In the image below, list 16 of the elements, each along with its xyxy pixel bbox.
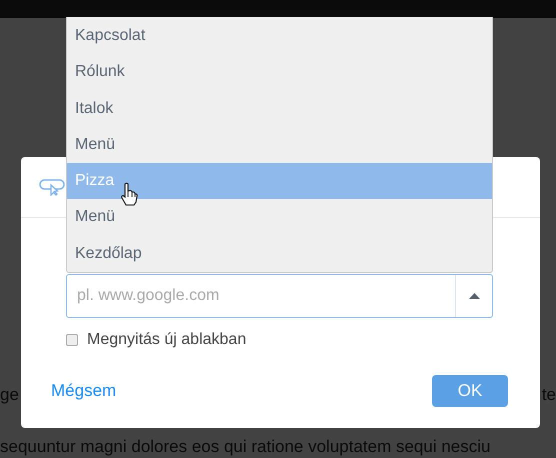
checkbox-label: Megnyitás új ablakban	[87, 331, 246, 349]
cancel-link[interactable]: Mégsem	[51, 381, 116, 401]
caret-up-icon	[468, 293, 480, 299]
menu-item[interactable]: Rólunk	[67, 54, 492, 91]
menu-item[interactable]: Italok	[67, 90, 492, 127]
menu-item[interactable]: Kezdőlap	[67, 236, 492, 272]
menu-item[interactable]: Kapcsolat	[67, 18, 492, 54]
menu-item[interactable]: Menü	[67, 126, 492, 164]
checkbox[interactable]	[66, 334, 78, 346]
link-cursor-icon	[39, 178, 66, 196]
hand-pointer-icon	[120, 182, 138, 206]
background-text: ge	[0, 384, 19, 406]
background-text: sequuntur magni dolores eos qui ratione voluptatem sequi nesciu	[0, 436, 490, 458]
ok-button[interactable]: OK	[432, 375, 508, 407]
menu-item[interactable]: Menü	[67, 199, 492, 236]
background-text: te	[542, 384, 556, 406]
